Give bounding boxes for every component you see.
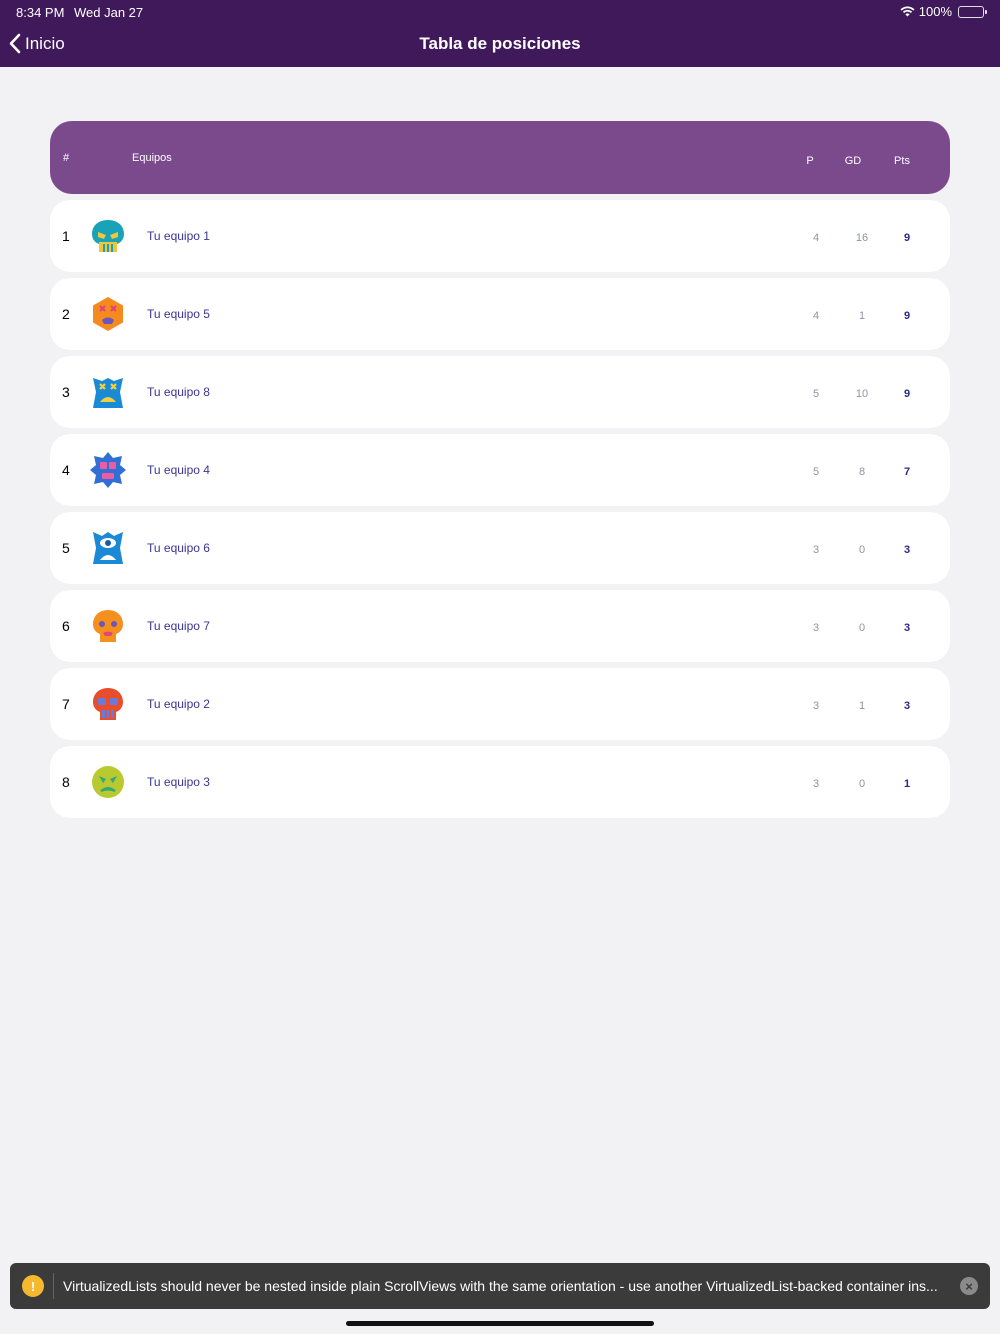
status-indicators: 100% — [900, 4, 987, 19]
played-value: 3 — [812, 622, 820, 634]
team-name: Tu equipo 1 — [147, 229, 210, 243]
team-name: Tu equipo 2 — [147, 697, 210, 711]
header-played: P — [806, 155, 814, 167]
battery-percent: 100% — [918, 4, 952, 19]
close-icon[interactable]: × — [960, 1277, 978, 1295]
status-date: Wed Jan 27 — [74, 5, 144, 20]
points-value: 9 — [903, 310, 911, 322]
standings-row[interactable]: 1 Tu equipo 1 4 16 9 — [50, 200, 950, 272]
row-rank: 6 — [62, 618, 70, 634]
teal-skull-icon — [90, 218, 126, 254]
home-indicator — [346, 1321, 654, 1326]
goal-difference-value: 0 — [858, 544, 866, 556]
points-value: 7 — [903, 466, 911, 478]
goal-difference-value: 10 — [855, 388, 869, 400]
standings-row[interactable]: 5 Tu equipo 6 3 0 3 — [50, 512, 950, 584]
played-value: 3 — [812, 544, 820, 556]
standings-row[interactable]: 3 Tu equipo 8 5 10 9 — [50, 356, 950, 428]
played-value: 4 — [812, 232, 820, 244]
header-rank: # — [63, 152, 70, 164]
top-navigation-bar: 8:34 PM Wed Jan 27 100% Inicio Tabla de … — [0, 0, 1000, 67]
played-value: 3 — [812, 778, 820, 790]
standings-row[interactable]: 2 Tu equipo 5 4 1 9 — [50, 278, 950, 350]
goal-difference-value: 1 — [858, 700, 866, 712]
wifi-icon — [900, 6, 915, 17]
page-title: Tabla de posiciones — [419, 34, 581, 53]
status-time: 8:34 PM — [16, 5, 65, 20]
orange-hexagon-face-icon — [90, 296, 126, 332]
points-value: 3 — [903, 622, 911, 634]
row-rank: 7 — [62, 696, 70, 712]
row-rank: 4 — [62, 462, 70, 478]
standings-table-header: # Equipos P GD Pts — [50, 121, 950, 194]
standings-row[interactable]: 8 Tu equipo 3 3 0 1 — [50, 746, 950, 818]
goal-difference-value: 0 — [858, 778, 866, 790]
header-goal-difference: GD — [844, 155, 862, 167]
green-round-face-icon — [90, 764, 126, 800]
row-rank: 2 — [62, 306, 70, 322]
red-skull-icon — [90, 686, 126, 722]
played-value: 4 — [812, 310, 820, 322]
played-value: 5 — [812, 466, 820, 478]
row-rank: 8 — [62, 774, 70, 790]
played-value: 3 — [812, 700, 820, 712]
blue-eye-face-icon — [90, 530, 126, 566]
points-value: 3 — [903, 700, 911, 712]
header-team: Equipos — [132, 152, 172, 164]
goal-difference-value: 1 — [858, 310, 866, 322]
points-value: 9 — [903, 388, 911, 400]
battery-icon — [958, 5, 987, 18]
points-value: 3 — [903, 544, 911, 556]
team-name: Tu equipo 7 — [147, 619, 210, 633]
team-name: Tu equipo 5 — [147, 307, 210, 321]
row-rank: 1 — [62, 228, 70, 244]
warning-icon: ! — [22, 1275, 44, 1297]
row-rank: 5 — [62, 540, 70, 556]
standings-row[interactable]: 6 Tu equipo 7 3 0 3 — [50, 590, 950, 662]
toast-divider — [53, 1273, 54, 1299]
team-name: Tu equipo 4 — [147, 463, 210, 477]
team-name: Tu equipo 8 — [147, 385, 210, 399]
played-value: 5 — [812, 388, 820, 400]
points-value: 9 — [903, 232, 911, 244]
blue-monster-face-icon — [90, 374, 126, 410]
warning-toast[interactable]: ! VirtualizedLists should never be neste… — [10, 1263, 990, 1309]
goal-difference-value: 16 — [855, 232, 869, 244]
toast-message: VirtualizedLists should never be nested … — [63, 1278, 938, 1294]
goal-difference-value: 0 — [858, 622, 866, 634]
standings-row[interactable]: 7 Tu equipo 2 3 1 3 — [50, 668, 950, 740]
orange-skull-icon — [90, 608, 126, 644]
goal-difference-value: 8 — [858, 466, 866, 478]
team-name: Tu equipo 6 — [147, 541, 210, 555]
header-points: Pts — [894, 155, 910, 167]
standings-row[interactable]: 4 Tu equipo 4 5 8 7 — [50, 434, 950, 506]
points-value: 1 — [903, 778, 911, 790]
team-name: Tu equipo 3 — [147, 775, 210, 789]
blue-spiky-face-icon — [90, 452, 126, 488]
row-rank: 3 — [62, 384, 70, 400]
standings-list: 1 Tu equipo 1 4 16 9 2 Tu equipo 5 4 1 9… — [50, 200, 950, 824]
